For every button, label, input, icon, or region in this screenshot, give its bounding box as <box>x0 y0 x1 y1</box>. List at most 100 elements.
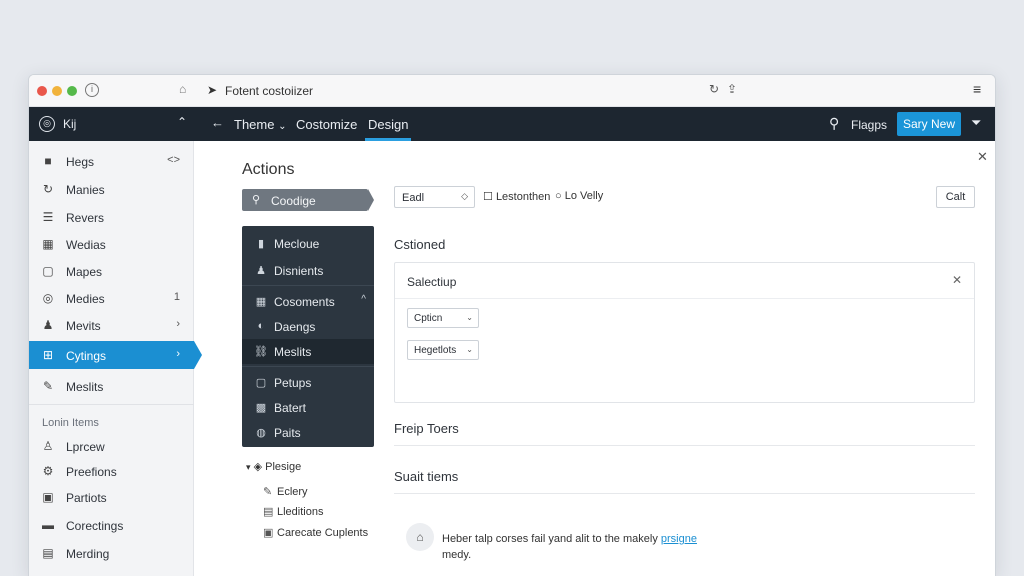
sidebar-item-label: Manies <box>66 183 105 197</box>
sidebar-item-mapes[interactable]: ▢ Mapes <box>29 257 194 285</box>
code-icon: <> <box>167 154 180 166</box>
chevron-up-icon[interactable]: ⌃ <box>177 115 187 129</box>
person-icon: ♟ <box>256 265 266 277</box>
close-window-button[interactable] <box>37 86 47 96</box>
search-icon[interactable]: ⚲ <box>829 115 839 132</box>
menu-item-daengs[interactable]: ◐ Daengs <box>242 314 374 339</box>
menu-item-label: Batert <box>274 401 307 415</box>
map-icon: ▢ <box>42 264 54 278</box>
menu-item-petups[interactable]: ▢ Petups <box>242 370 374 395</box>
site-label[interactable]: Kij <box>63 117 76 131</box>
sidebar-item-label: Preefions <box>66 465 117 479</box>
sidebar-subitem-partiots[interactable]: ▣ Partiots <box>29 483 194 511</box>
chevron-down-icon: ⌄ <box>466 313 473 322</box>
gear-icon: ⚙ <box>42 464 54 478</box>
link-icon: ⛓ <box>254 346 268 358</box>
tab-design[interactable]: Design <box>368 117 408 132</box>
new-button[interactable]: Sary New <box>897 112 961 136</box>
menu-item-cosoments[interactable]: ▦ Cosoments ^ <box>242 289 374 314</box>
actions-heading: Actions <box>242 161 295 178</box>
sidebar-subitem-corectings[interactable]: ▬ Corectings <box>29 511 194 539</box>
sidebar-subitem-preefions[interactable]: ⚙ Preefions <box>29 457 194 485</box>
back-arrow-icon[interactable]: ← <box>211 115 224 130</box>
settings-icon: ⊞ <box>42 348 54 362</box>
chevron-down-icon: ◇ <box>461 191 468 201</box>
sidebar-item-hegs[interactable]: ■ Hegs <> <box>29 147 194 175</box>
menu-item-paits[interactable]: ◍ Paits <box>242 420 374 445</box>
tag-icon: ◈ <box>253 461 263 473</box>
sidebar-item-revers[interactable]: ☰ Revers <box>29 203 194 231</box>
group-select[interactable]: Hegetlots ⌄ <box>407 340 479 360</box>
square-icon: ■ <box>44 154 52 168</box>
radio-label: Lo Velly <box>564 190 604 202</box>
section-heading: Cstioned <box>394 237 446 252</box>
sidebar-divider <box>29 404 194 405</box>
chevron-up-icon: ^ <box>361 294 366 305</box>
checkbox-lestonthen[interactable]: ☐ Lestonthen <box>483 190 550 203</box>
actions-search-button[interactable]: ⚲ Coodige <box>242 189 368 211</box>
cancel-button[interactable]: Calt <box>936 186 975 208</box>
radio-icon: ○ <box>555 190 562 202</box>
menu-item-batert[interactable]: ▩ Batert <box>242 395 374 420</box>
tree-item-carecate[interactable]: ▣ Carecate Cuplents <box>263 526 368 539</box>
folder-icon: ▬ <box>42 518 54 532</box>
sidebar-item-medies[interactable]: ◎ Medies 1 <box>29 284 194 312</box>
minimize-window-button[interactable] <box>52 86 62 96</box>
layers-icon: ▩ <box>255 402 267 414</box>
sidebar-item-label: Cytings <box>66 349 107 363</box>
sidebar-item-manies[interactable]: ↻ Manies <box>29 175 194 203</box>
address-bar-title[interactable]: Fotent costoiizer <box>225 84 313 98</box>
mode-select-value: Eadl <box>402 192 425 204</box>
menu-item-mecloue[interactable]: ▮ Mecloue <box>242 231 374 256</box>
close-icon[interactable]: ✕ <box>977 149 988 165</box>
frame-icon: ▢ <box>255 377 267 389</box>
sidebar-subitem-lprcew[interactable]: ♙ Lprcew <box>29 432 194 460</box>
sidebar: ■ Hegs <> ↻ Manies ☰ Revers ▦ Wedias ▢ M… <box>29 141 202 576</box>
sidebar-subitem-merding[interactable]: ▤ Merding <box>29 539 194 567</box>
image-icon: ▣ <box>42 490 54 504</box>
site-pin-icon: ➤ <box>207 83 218 97</box>
sidebar-item-cytings[interactable]: ⊞ Cytings › <box>29 341 202 369</box>
filter-icon[interactable]: ⏷ <box>971 115 981 131</box>
menu-item-meslits[interactable]: ⛓ Meslits <box>242 339 374 364</box>
card-title: Salectiup <box>407 275 457 289</box>
theme-dropdown[interactable]: Theme ⌄ <box>234 117 286 132</box>
maximize-window-button[interactable] <box>67 86 77 96</box>
row-heading-suait-tiems[interactable]: Suait tiems <box>394 469 458 484</box>
reload-icon[interactable]: ↻ <box>709 82 719 96</box>
row-divider <box>394 445 975 446</box>
info-icon[interactable]: i <box>85 83 99 97</box>
menu-item-label: Mecloue <box>274 237 320 251</box>
paint-icon: ◍ <box>256 427 266 439</box>
option-select-value: Cpticn <box>414 313 443 324</box>
close-icon[interactable]: ✕ <box>952 273 962 287</box>
menu-item-label: Petups <box>274 376 312 390</box>
search-label[interactable]: Flagps <box>851 118 887 132</box>
row-heading-freip-toers[interactable]: Freip Toers <box>394 421 459 436</box>
hamburger-menu-icon[interactable]: ≡ <box>973 81 981 97</box>
sidebar-item-mevits[interactable]: ♟ Mevits › <box>29 311 194 339</box>
share-icon[interactable]: ⇪ <box>727 82 737 96</box>
notice-link[interactable]: prsigne <box>661 533 697 545</box>
sidebar-item-wedias[interactable]: ▦ Wedias <box>29 230 194 258</box>
option-select[interactable]: Cpticn ⌄ <box>407 308 479 328</box>
menu-separator <box>242 366 374 367</box>
pointer-notch <box>368 189 374 211</box>
tree-group-header[interactable]: ▾ ◈ Plesige <box>246 460 301 473</box>
user-icon: ♟ <box>42 318 54 332</box>
calendar-icon: ▤ <box>42 546 54 560</box>
browser-window: i ⌂ ➤ Fotent costoiizer ↻ ⇪ ≡ ◎ Kij ⌃ ← … <box>28 74 996 576</box>
menu-item-label: Meslits <box>274 345 312 359</box>
site-logo-icon[interactable]: ◎ <box>39 116 55 132</box>
mode-select[interactable]: Eadl ◇ <box>394 186 475 208</box>
radio-lo-velly[interactable]: ○ Lo Velly <box>555 190 603 202</box>
notice-tail: medy. <box>442 549 472 561</box>
menu-item-disnients[interactable]: ♟ Disnients <box>242 258 374 283</box>
actions-search-label: Coodige <box>271 194 316 208</box>
chevron-down-icon: ⌄ <box>466 345 473 354</box>
tree-item-lleditions[interactable]: ▤ Lleditions <box>263 505 323 518</box>
sidebar-item-meslits[interactable]: ✎ Meslits <box>29 372 194 400</box>
list-icon: ☰ <box>42 210 54 224</box>
tree-item-eclery[interactable]: ✎ Eclery <box>263 485 308 498</box>
tab-customize[interactable]: Costomize <box>296 117 357 132</box>
